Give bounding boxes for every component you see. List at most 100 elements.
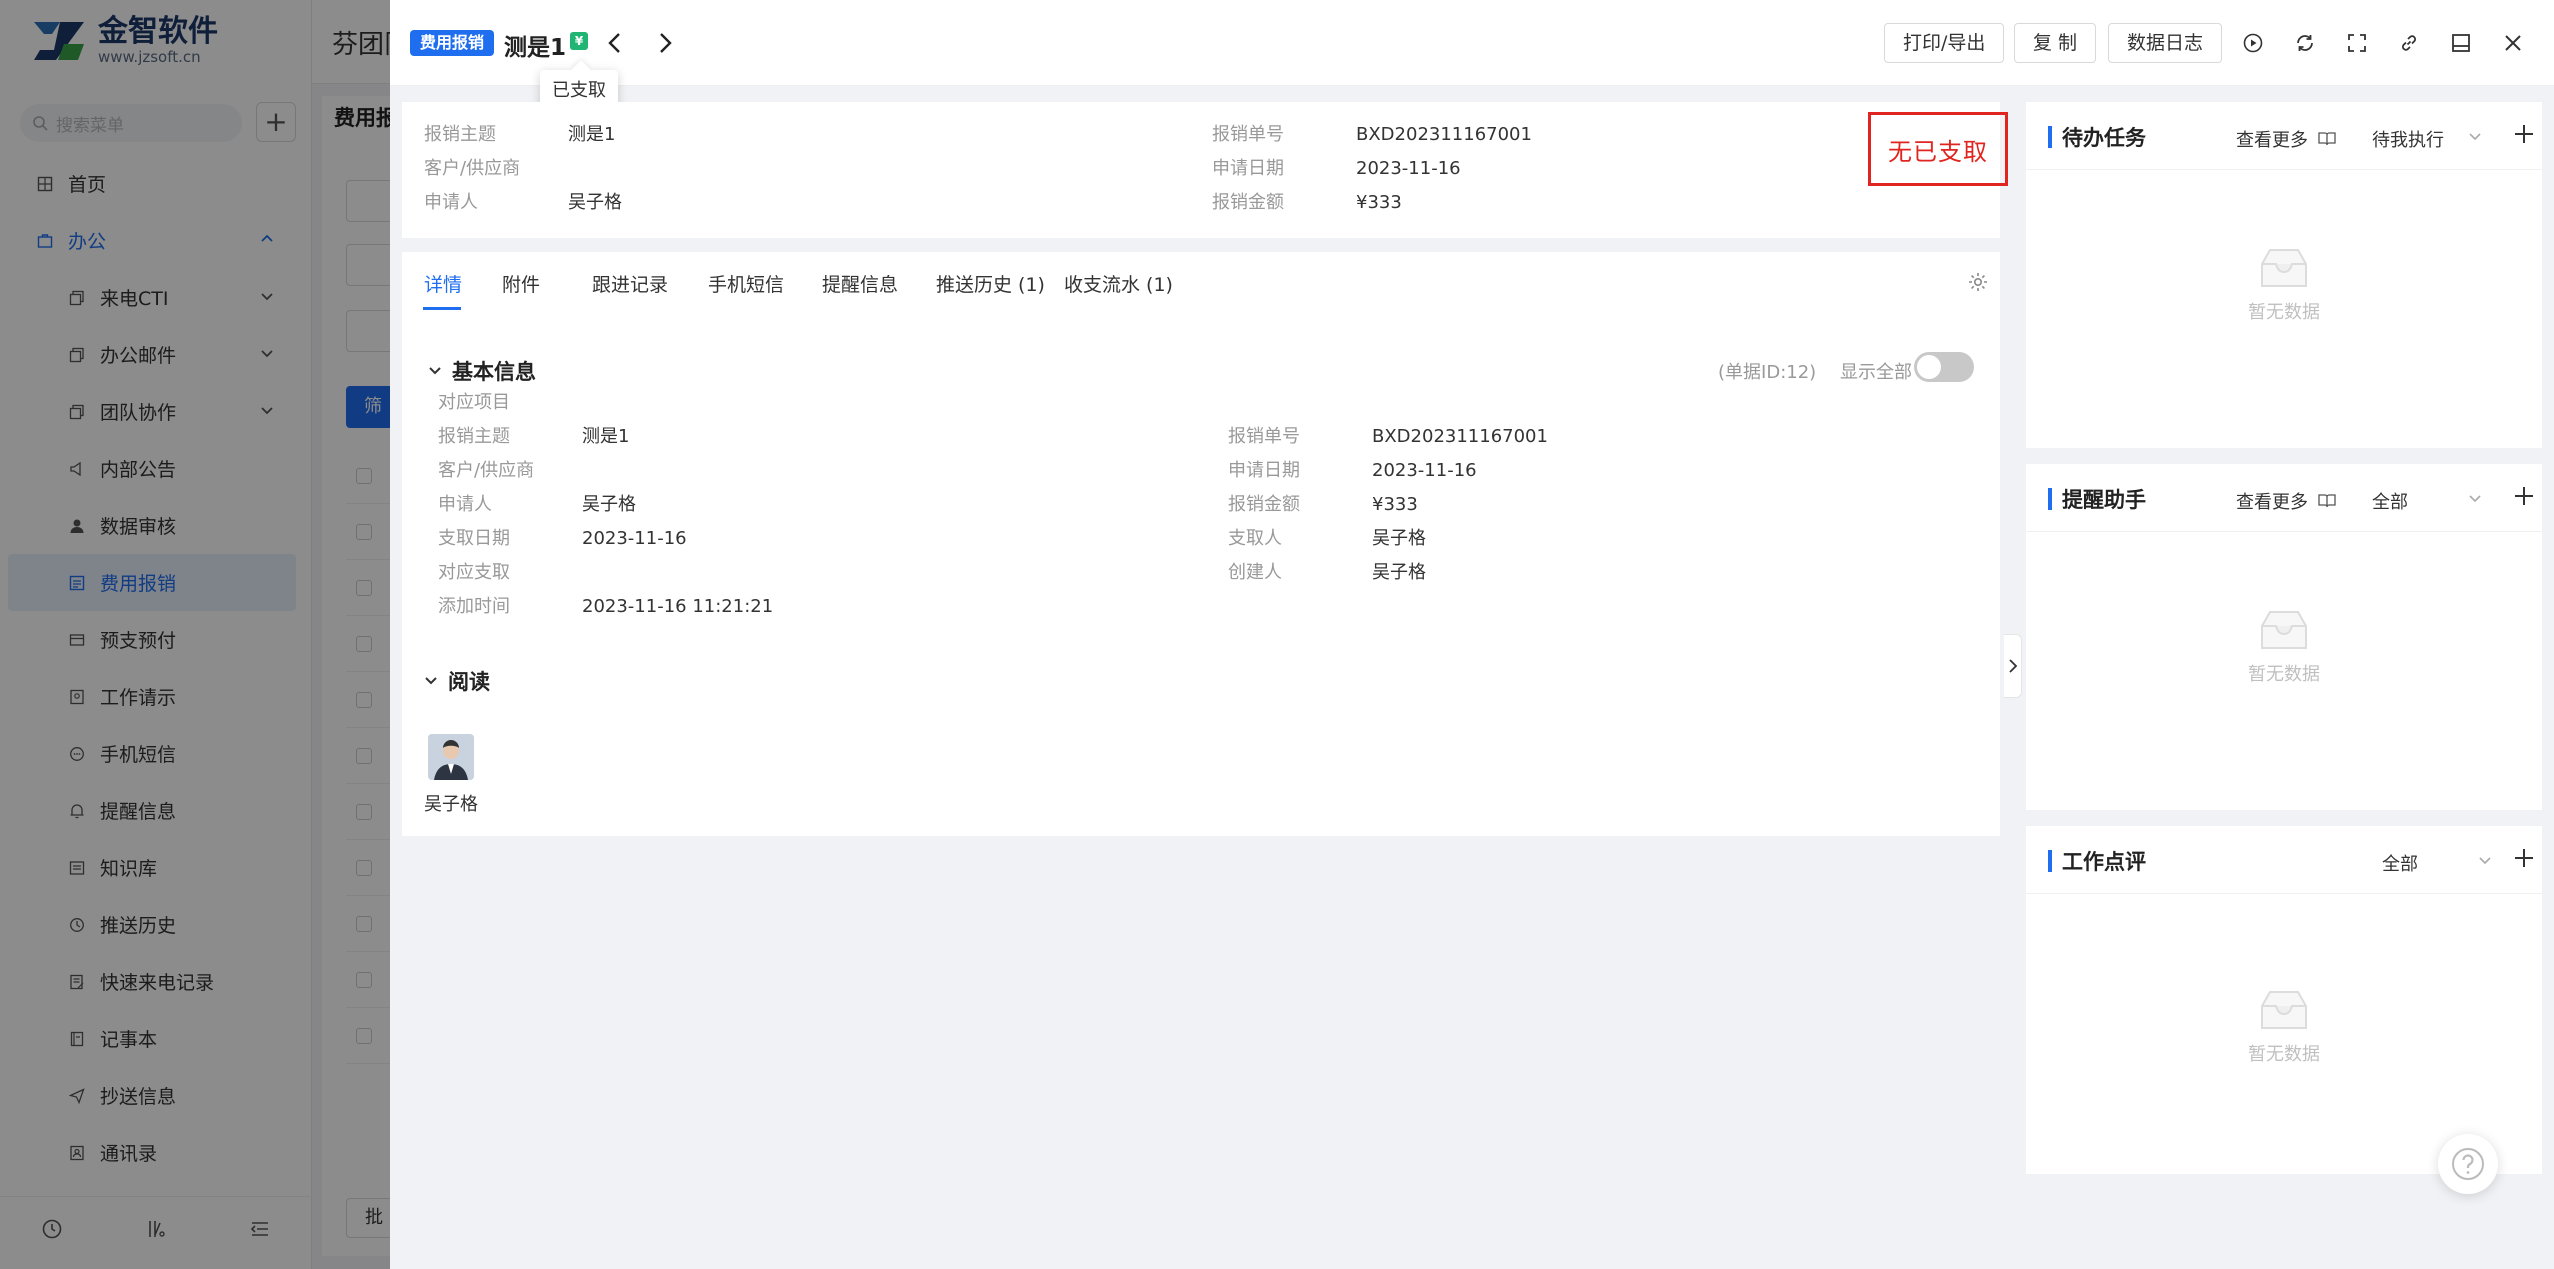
chevron-down-icon[interactable] xyxy=(2468,132,2482,142)
reminder-panel: 提醒助手 查看更多 全部 暂无数据 xyxy=(2026,464,2542,810)
field-value: 2023-11-16 11:21:21 xyxy=(582,596,774,617)
view-more-link[interactable]: 查看更多 xyxy=(2236,126,2336,152)
filter-select[interactable]: 全部 xyxy=(2372,488,2408,514)
field-label: 申请日期 xyxy=(1228,460,1300,481)
close-icon[interactable] xyxy=(2500,30,2526,56)
view-more-link[interactable]: 查看更多 xyxy=(2236,488,2336,514)
book-open-icon xyxy=(2318,494,2336,508)
add-icon[interactable] xyxy=(2512,122,2536,146)
tab-sms[interactable]: 手机短信 xyxy=(708,270,784,297)
reader-name-text: 吴子格 xyxy=(424,794,478,815)
add-icon[interactable] xyxy=(2512,484,2536,508)
panel-header: 工作点评 全部 xyxy=(2026,826,2542,894)
refresh-icon[interactable] xyxy=(2292,30,2318,56)
panel-title: 提醒助手 xyxy=(2062,488,2146,512)
tab-reminders[interactable]: 提醒信息 xyxy=(822,270,898,297)
paid-status-icon[interactable]: ¥ xyxy=(570,32,588,50)
section-read[interactable]: 阅读 xyxy=(424,666,490,696)
play-icon[interactable] xyxy=(2240,30,2266,56)
field-label: 申请日期 xyxy=(1212,158,1284,179)
field-value: 吴子格 xyxy=(582,494,636,515)
view-more-label: 查看更多 xyxy=(2236,492,2308,513)
toggle-knob xyxy=(1917,355,1941,379)
prev-record-icon[interactable] xyxy=(600,28,630,58)
field-value: 吴子格 xyxy=(1372,528,1426,549)
field-label: 添加时间 xyxy=(438,596,510,617)
print-export-button[interactable]: 打印/导出 xyxy=(1884,23,2005,63)
field-value: ¥333 xyxy=(1356,192,1402,213)
tab-details[interactable]: 详情 xyxy=(424,270,462,297)
field-label: 申请人 xyxy=(438,494,492,515)
field-value: ¥333 xyxy=(1372,494,1418,515)
chevron-down-icon xyxy=(429,367,441,375)
chevron-down-icon xyxy=(425,677,437,685)
todo-panel: 待办任务 查看更多 待我执行 暂无数据 xyxy=(2026,102,2542,448)
empty-inbox-icon xyxy=(2261,249,2307,287)
panel-header: 待办任务 查看更多 待我执行 xyxy=(2026,102,2542,170)
empty-state: 暂无数据 xyxy=(2026,606,2542,686)
panel-accent-bar xyxy=(2048,488,2052,510)
field-label: 报销主题 xyxy=(438,426,510,447)
empty-state: 暂无数据 xyxy=(2026,986,2542,1066)
empty-text: 暂无数据 xyxy=(2248,302,2320,323)
field-value: 测是1 xyxy=(582,426,630,447)
field-value: 吴子格 xyxy=(1372,562,1426,583)
dock-icon[interactable] xyxy=(2448,30,2474,56)
empty-inbox-icon xyxy=(2261,991,2307,1029)
section-title: 阅读 xyxy=(448,670,490,694)
view-more-label: 查看更多 xyxy=(2236,130,2308,151)
filter-select[interactable]: 待我执行 xyxy=(2372,126,2444,152)
field-label: 申请人 xyxy=(424,192,478,213)
active-tab-indicator xyxy=(423,307,461,310)
field-label: 支取人 xyxy=(1228,528,1282,549)
fullscreen-icon[interactable] xyxy=(2344,30,2370,56)
gear-icon[interactable] xyxy=(1966,270,1990,294)
field-label: 创建人 xyxy=(1228,562,1282,583)
field-value: 2023-11-16 xyxy=(1356,158,1461,179)
tab-attachments[interactable]: 附件 xyxy=(502,270,540,297)
field-label: 客户/供应商 xyxy=(424,158,521,179)
chevron-right-icon xyxy=(2008,659,2017,673)
payment-status-stamp: 无已支取 xyxy=(1868,112,2008,186)
field-value: 2023-11-16 xyxy=(1372,460,1477,481)
filter-select[interactable]: 全部 xyxy=(2382,850,2418,876)
field-label: 对应支取 xyxy=(438,562,510,583)
copy-button[interactable]: 复 制 xyxy=(2014,23,2097,63)
field-value: 测是1 xyxy=(568,124,616,145)
field-label: 报销金额 xyxy=(1212,192,1284,213)
show-all-label: 显示全部 xyxy=(1840,362,1912,383)
show-all-toggle[interactable] xyxy=(1914,352,1974,382)
panel-accent-bar xyxy=(2048,850,2052,872)
field-label: 报销单号 xyxy=(1212,124,1284,145)
avatar xyxy=(428,734,474,780)
tab-push-history[interactable]: 推送历史 (1) xyxy=(936,270,1045,297)
field-label: 客户/供应商 xyxy=(438,460,535,481)
drawer-header: 费用报销 测是1 ¥ 打印/导出 复 制 数据日志 xyxy=(390,0,2554,86)
tab-follow-up[interactable]: 跟进记录 xyxy=(592,270,668,297)
empty-inbox-icon xyxy=(2261,611,2307,649)
help-button[interactable] xyxy=(2438,1134,2498,1194)
add-icon[interactable] xyxy=(2512,846,2536,870)
field-label: 报销单号 xyxy=(1228,426,1300,447)
next-record-icon[interactable] xyxy=(650,28,680,58)
chevron-down-icon[interactable] xyxy=(2478,856,2492,866)
field-label: 对应项目 xyxy=(438,392,510,413)
detail-tabs: 详情 附件 跟进记录 手机短信 提醒信息 推送历史 (1) 收支流水 (1) xyxy=(402,252,2000,312)
detail-drawer: 费用报销 测是1 ¥ 打印/导出 复 制 数据日志 已支取 报销主题 测是1 客户… xyxy=(390,0,2554,1269)
link-icon[interactable] xyxy=(2396,30,2422,56)
section-title: 基本信息 xyxy=(452,360,536,384)
field-value: BXD202311167001 xyxy=(1372,426,1548,447)
summary-card: 报销主题 测是1 客户/供应商 申请人 吴子格 报销单号 BXD20231116700… xyxy=(402,102,2008,238)
panel-title: 待办任务 xyxy=(2062,126,2146,150)
collapse-side-panel-button[interactable] xyxy=(2004,634,2022,698)
section-basic-info[interactable]: 基本信息 xyxy=(428,356,536,386)
chevron-down-icon[interactable] xyxy=(2468,494,2482,504)
data-log-button[interactable]: 数据日志 xyxy=(2108,23,2223,63)
field-value: 2023-11-16 xyxy=(582,528,687,549)
panel-title: 工作点评 xyxy=(2062,850,2146,874)
doc-id: (单据ID:12) xyxy=(1718,362,1817,383)
stamp-text: 无已支取 xyxy=(1888,137,1988,166)
detail-card: 详情 附件 跟进记录 手机短信 提醒信息 推送历史 (1) 收支流水 (1) 基… xyxy=(402,252,2000,836)
work-review-panel: 工作点评 全部 暂无数据 xyxy=(2026,826,2542,1174)
tab-cash-flow[interactable]: 收支流水 (1) xyxy=(1064,270,1173,297)
